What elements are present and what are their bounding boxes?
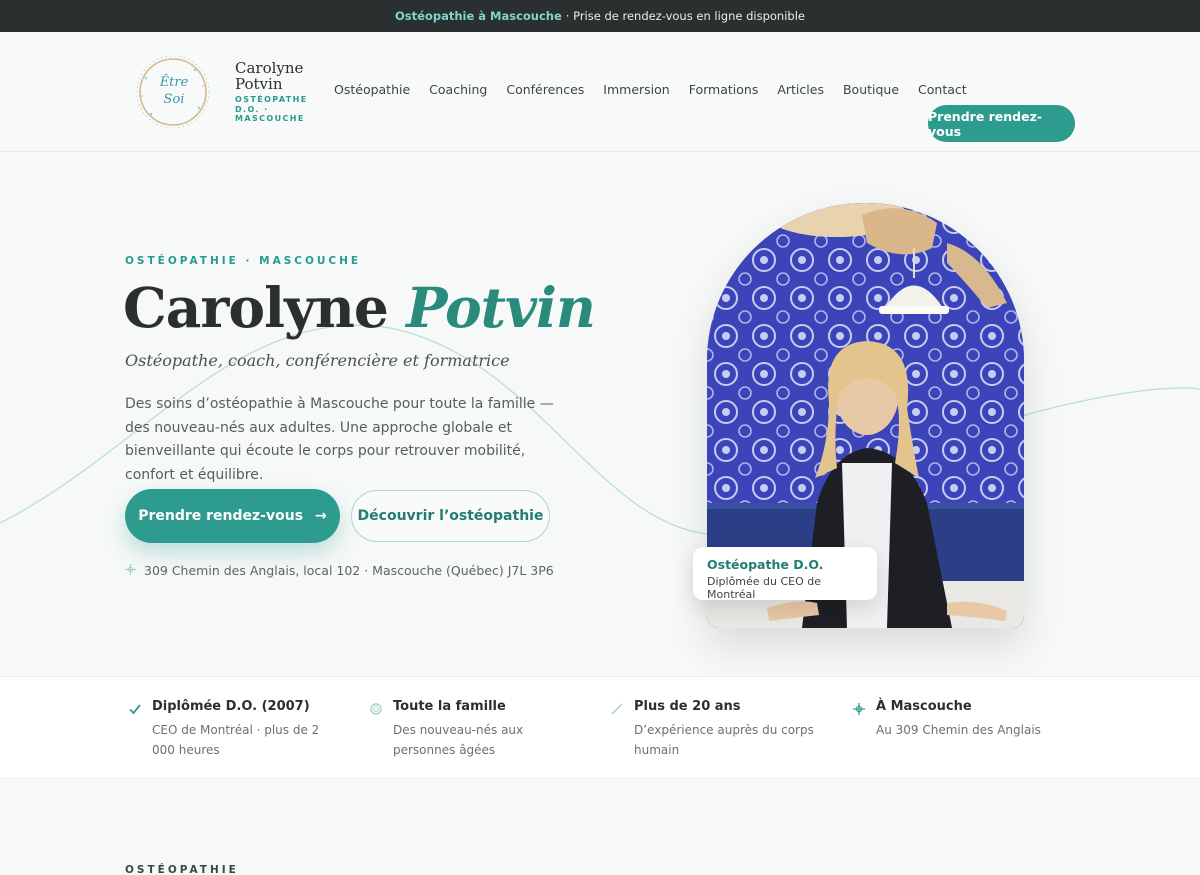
arrow-right-icon: → [315,508,327,524]
hero-title-accent: Potvin [406,275,596,340]
hero-eyebrow: OSTÉOPATHIE · MASCOUCHE [125,255,362,267]
hero-subtitle: Ostéopathe, coach, conférencière et form… [125,351,510,370]
location-pin-icon [125,563,136,578]
feature-desc: CEO de Montréal · plus de 2 000 heures [152,723,320,757]
nav-item-boutique[interactable]: Boutique [843,82,899,97]
logo-name-last: Potvin [235,75,283,94]
site-header: Être Soi Carolyne Potvin OSTÉOPATHE D.O.… [0,32,1200,152]
announcement-highlight: Ostéopathie à Mascouche [395,9,562,23]
logo-text: Carolyne Potvin OSTÉOPATHE D.O. · MASCOU… [235,60,308,124]
feature-desc: Au 309 Chemin des Anglais [876,723,1041,737]
circle-icon [369,701,383,715]
badge-subtitle: Diplômée du CEO de Montréal [707,575,822,601]
next-section-eyebrow: OSTÉOPATHIE [125,864,239,875]
nav-item-osteopathie[interactable]: Ostéopathie [334,82,410,97]
nav-item-conferences[interactable]: Conférences [506,82,584,97]
logo-sub-3: MASCOUCHE [235,114,305,124]
hero-title: Carolyne Potvin [123,275,596,340]
arrow-up-right-icon [610,701,624,715]
location-icon [852,701,866,715]
feature-title: Plus de 20 ans [634,699,741,714]
logo-emblem-icon: Être Soi [133,55,217,129]
feature-item: Toute la famille Des nouveau-nés aux per… [369,699,569,760]
book-appointment-header-button[interactable]: Prendre rendez-vous [928,105,1075,142]
main-nav: Ostéopathie Coaching Conférences Immersi… [334,82,967,97]
hero-intro: Des soins d’ostéopathie à Mascouche pour… [125,396,554,483]
features-band: Diplômée D.O. (2007) CEO de Montréal · p… [0,676,1200,779]
announcement-bar: Ostéopathie à Mascouche · Prise de rende… [0,0,1200,32]
nav-item-articles[interactable]: Articles [777,82,824,97]
feature-item: À Mascouche Au 309 Chemin des Anglais [852,699,1052,740]
credential-badge: Ostéopathe D.O. Diplômée du CEO de Montr… [693,547,877,601]
book-appointment-label: Prendre rendez-vous [138,508,304,524]
feature-item: Plus de 20 ans D’expérience auprès du co… [610,699,814,760]
nav-item-coaching[interactable]: Coaching [429,82,487,97]
check-icon [128,701,142,715]
nav-item-contact[interactable]: Contact [918,82,967,97]
announcement-text: · Prise de rendez-vous en ligne disponib… [565,9,805,23]
logo-sub-2: D.O. · [235,104,269,114]
feature-item: Diplômée D.O. (2007) CEO de Montréal · p… [128,699,328,760]
address-text: 309 Chemin des Anglais, local 102 · Masc… [144,563,554,578]
hero-title-first: Carolyne [123,275,389,340]
logo-sub-1: OSTÉOPATHE [235,95,308,105]
feature-desc: D’expérience auprès du corps humain [634,723,814,757]
discover-osteopathy-button[interactable]: Découvrir l’ostéopathie [351,490,550,542]
address-line: 309 Chemin des Anglais, local 102 · Masc… [125,563,554,578]
feature-title: Toute la famille [393,699,506,714]
badge-title: Ostéopathe D.O. [707,557,824,572]
nav-item-immersion[interactable]: Immersion [603,82,669,97]
hero-section: OSTÉOPATHIE · MASCOUCHE Carolyne Potvin … [0,153,1200,675]
feature-title: À Mascouche [876,699,972,714]
nav-item-formations[interactable]: Formations [689,82,759,97]
feature-title: Diplômée D.O. (2007) [152,699,310,714]
book-appointment-button[interactable]: Prendre rendez-vous → [125,489,340,543]
logo[interactable]: Être Soi Carolyne Potvin OSTÉOPATHE D.O.… [133,55,308,129]
logo-name-first: Carolyne [235,59,304,78]
logo-script: Être Soi [159,75,189,107]
feature-desc: Des nouveau-nés aux personnes âgées [393,723,524,757]
